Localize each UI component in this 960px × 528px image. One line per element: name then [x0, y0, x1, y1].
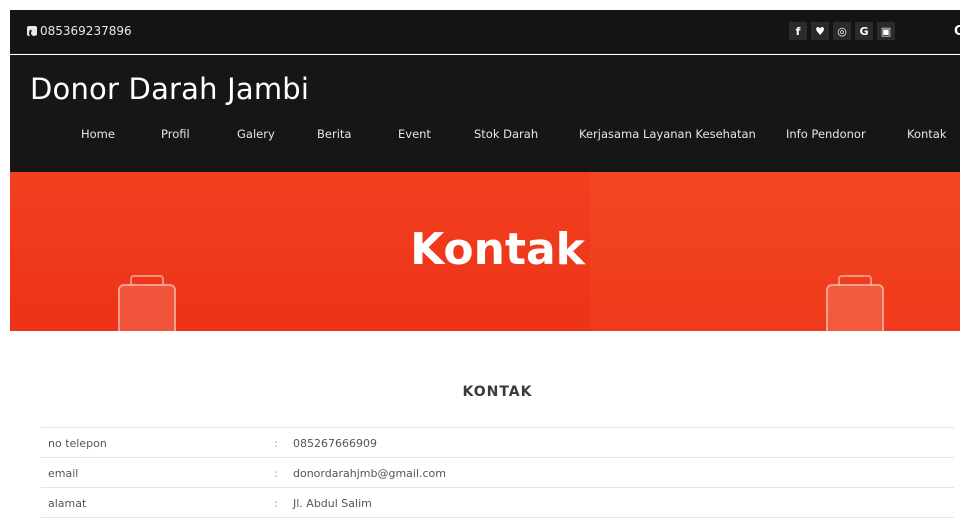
nav-item-kerjasama[interactable]: Kerjasama Layanan Kesehatan: [579, 127, 756, 141]
nav-item-kontak[interactable]: Kontak: [907, 127, 947, 141]
phone-icon: [27, 26, 39, 38]
row-separator: :: [274, 497, 278, 510]
row-separator: :: [274, 437, 278, 450]
blood-bag-right-icon: [826, 284, 884, 331]
contact-label-phone: no telepon: [48, 437, 107, 450]
main-nav: Home Profil Galery Berita Event Stok Dar…: [10, 127, 960, 147]
top-bar: 085369237896 f ♥ ◎ G ▣ Q: [10, 10, 960, 54]
site-brand[interactable]: Donor Darah Jambi: [30, 72, 309, 106]
top-phone: 085369237896: [27, 24, 132, 38]
nav-item-home[interactable]: Home: [81, 127, 115, 141]
facebook-icon[interactable]: f: [789, 22, 807, 40]
table-row: alamat : Jl. Abdul Salim: [41, 488, 954, 518]
nav-item-info-pendonor[interactable]: Info Pendonor: [786, 127, 866, 141]
blood-bag-left-cap: [130, 275, 164, 285]
instagram-icon[interactable]: ◎: [833, 22, 851, 40]
table-row: email : donordarahjmb@gmail.com: [41, 458, 954, 488]
blood-bag-left-icon: [118, 284, 176, 331]
social-links: f ♥ ◎ G ▣: [789, 22, 895, 40]
nav-item-galery[interactable]: Galery: [237, 127, 275, 141]
contact-value-phone: 085267666909: [293, 437, 377, 450]
contact-value-email[interactable]: donordarahjmb@gmail.com: [293, 467, 446, 480]
hero-title: Kontak: [410, 224, 585, 275]
google-icon[interactable]: G: [855, 22, 873, 40]
section-title: KONTAK: [462, 384, 533, 400]
contact-table: no telepon : 085267666909 email : donord…: [41, 427, 954, 518]
page-frame-top: [0, 0, 960, 10]
contact-label-address: alamat: [48, 497, 87, 510]
table-row: no telepon : 085267666909: [41, 428, 954, 458]
blood-bag-right-cap: [838, 275, 872, 285]
contact-label-email: email: [48, 467, 79, 480]
top-phone-number: 085369237896: [40, 24, 132, 38]
twitter-icon[interactable]: ♥: [811, 22, 829, 40]
contact-section: KONTAK no telepon : 085267666909 email :…: [10, 331, 960, 528]
search-icon[interactable]: Q: [954, 24, 960, 39]
youtube-icon[interactable]: ▣: [877, 22, 895, 40]
contact-value-address: Jl. Abdul Salim: [293, 497, 372, 510]
hero-banner: Kontak: [10, 172, 960, 331]
site-header: Donor Darah Jambi Home Profil Galery Ber…: [10, 55, 960, 172]
page-frame-left: [0, 0, 10, 528]
row-separator: :: [274, 467, 278, 480]
nav-item-stok-darah[interactable]: Stok Darah: [474, 127, 538, 141]
nav-item-profil[interactable]: Profil: [161, 127, 190, 141]
nav-item-berita[interactable]: Berita: [317, 127, 351, 141]
nav-item-event[interactable]: Event: [398, 127, 431, 141]
